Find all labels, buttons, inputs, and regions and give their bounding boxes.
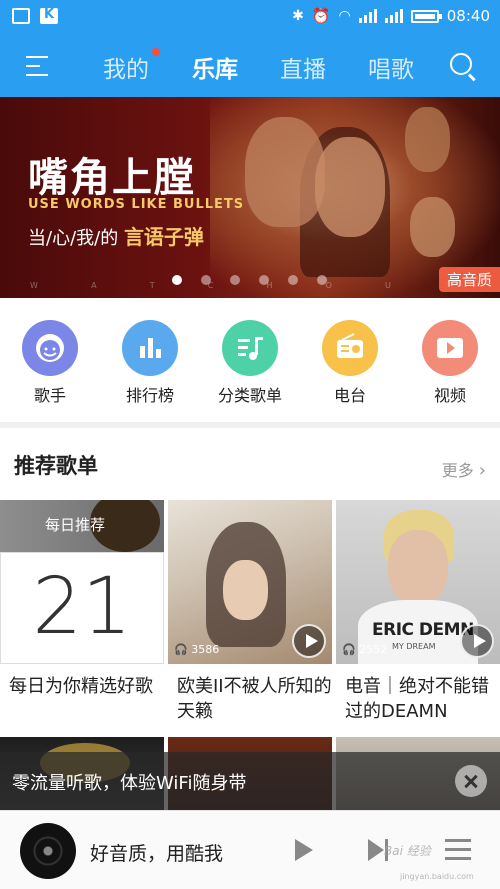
chevron-right-icon: › — [478, 460, 486, 481]
playlist-title[interactable]: 电音｜绝对不能错过的DEAMN — [345, 674, 500, 724]
chart-icon — [122, 320, 178, 376]
banner-figure — [315, 137, 385, 237]
high-quality-badge: 高音质 — [438, 267, 500, 292]
wifi-icon: ◠ — [338, 8, 351, 24]
playlist-card-daily[interactable]: 每日推荐 21 — [0, 500, 164, 664]
daily-badge: 每日推荐 — [45, 516, 106, 534]
category-label: 视频 — [433, 386, 466, 405]
watermark-url: jingyan.baidu.com — [400, 872, 474, 881]
cover-subtext: MY DREAM — [392, 642, 436, 651]
search-icon[interactable] — [450, 53, 472, 75]
cover-text: ERIC DEMN — [372, 620, 474, 640]
video-icon — [422, 320, 478, 376]
player-text: 好音质，用酷我 — [90, 843, 224, 865]
radio-icon — [322, 320, 378, 376]
tab-karaoke[interactable]: 唱歌 — [368, 50, 414, 84]
top-nav: 我的 乐库 直播 唱歌 — [0, 36, 500, 97]
tab-mine[interactable]: 我的 — [103, 50, 149, 84]
notification-dot — [152, 48, 160, 56]
playlist-card-western[interactable]: 🎧 3586 — [168, 500, 332, 664]
category-playlists[interactable]: 分类歌单 — [205, 320, 295, 406]
banner-figure — [405, 107, 450, 172]
kuwo-notification-icon: K — [40, 8, 58, 24]
banner-figure — [410, 197, 455, 257]
toast-text: 零流量听歌，体验WiFi随身带 — [12, 773, 247, 794]
carousel-dot[interactable] — [317, 275, 327, 285]
singer-icon — [22, 320, 78, 376]
wifi-promo-toast[interactable]: 零流量听歌，体验WiFi随身带 — [0, 752, 500, 810]
playlist-title[interactable]: 欧美II不被人所知的天籁 — [177, 674, 337, 724]
category-radio[interactable]: 电台 — [305, 320, 395, 406]
alarm-icon: ⏰ — [311, 7, 331, 25]
category-label: 排行榜 — [125, 386, 174, 405]
carousel-dot[interactable] — [201, 275, 211, 285]
tab-live[interactable]: 直播 — [280, 50, 326, 84]
section-divider — [0, 422, 500, 428]
gallery-icon — [12, 8, 30, 24]
banner-subtitle: 当/心/我/的 言语子弹 — [28, 225, 204, 249]
carousel-indicator — [172, 275, 327, 285]
playlist-icon[interactable] — [445, 839, 471, 866]
category-label: 歌手 — [33, 386, 66, 405]
status-bar: K ✱ ⏰ ◠ 08:40 — [0, 0, 500, 36]
music-list-icon — [222, 320, 278, 376]
carousel-dot[interactable] — [259, 275, 269, 285]
battery-icon — [410, 9, 442, 23]
playlist-title[interactable]: 每日为你精选好歌 — [9, 674, 169, 699]
section-title: 推荐歌单 — [14, 454, 98, 478]
watermark-logo: Bai 经验 — [384, 844, 431, 858]
bluetooth-icon: ✱ — [292, 8, 304, 24]
carousel-dot[interactable] — [230, 275, 240, 285]
calendar-date: 21 — [32, 562, 132, 652]
menu-icon[interactable] — [26, 56, 48, 76]
album-disc-icon[interactable] — [20, 823, 76, 879]
play-icon[interactable] — [292, 624, 326, 658]
banner-english: USE WORDS LIKE BULLETS — [28, 197, 245, 212]
status-time: 08:40 — [446, 7, 490, 25]
category-row: 歌手 排行榜 分类歌单 电台 视频 — [0, 298, 500, 422]
category-label: 电台 — [333, 386, 366, 405]
signal-icon-2 — [384, 9, 403, 23]
category-video[interactable]: 视频 — [405, 320, 495, 406]
banner-figure — [245, 117, 325, 227]
playlist-card-edm[interactable]: ERIC DEMN MY DREAM 🎧 2552 — [336, 500, 500, 664]
category-charts[interactable]: 排行榜 — [105, 320, 195, 406]
banner-title: 嘴角上膛 — [28, 155, 196, 201]
category-singer[interactable]: 歌手 — [5, 320, 95, 406]
carousel-dot[interactable] — [288, 275, 298, 285]
play-icon[interactable] — [295, 839, 313, 861]
carousel-dot[interactable] — [172, 275, 182, 285]
next-icon[interactable] — [368, 839, 388, 861]
tab-library[interactable]: 乐库 — [192, 50, 238, 84]
play-icon[interactable] — [460, 624, 494, 658]
play-count: 🎧 2552 — [342, 643, 388, 656]
play-count: 🎧 3586 — [174, 643, 220, 656]
close-icon[interactable] — [455, 765, 487, 797]
category-label: 分类歌单 — [217, 386, 282, 405]
signal-icon — [358, 9, 377, 23]
promo-banner[interactable]: 嘴角上膛 USE WORDS LIKE BULLETS 当/心/我/的 言语子弹… — [0, 97, 500, 298]
more-link[interactable]: 更多 › — [442, 457, 486, 481]
